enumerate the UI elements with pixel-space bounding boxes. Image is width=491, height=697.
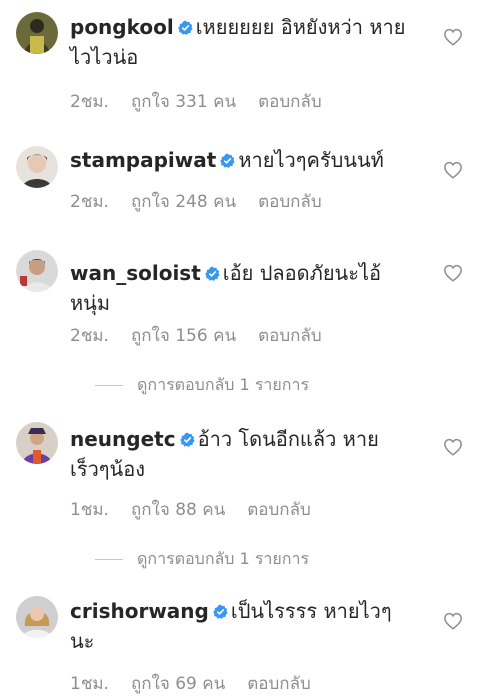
comment-text-block: wan_soloist เอ้ย ปลอดภัยนะไอ้หนุ่ม bbox=[70, 258, 415, 318]
reply-button[interactable]: ตอบกลับ bbox=[247, 674, 311, 694]
username[interactable]: neungetc bbox=[70, 427, 176, 451]
like-count[interactable]: ถูกใจ 248 คน bbox=[131, 192, 236, 212]
view-replies-button[interactable]: ดูการตอบกลับ 1 รายการ bbox=[95, 547, 309, 572]
heart-icon[interactable] bbox=[443, 264, 463, 282]
comment-meta: 2ชม. ถูกใจ 248 คน ตอบกลับ bbox=[70, 188, 344, 215]
view-replies-button[interactable]: ดูการตอบกลับ 1 รายการ bbox=[95, 373, 309, 398]
avatar[interactable] bbox=[16, 596, 58, 638]
verified-badge-icon bbox=[177, 20, 193, 35]
comment-meta: 1ชม. ถูกใจ 88 คน ตอบกลับ bbox=[70, 496, 333, 523]
heart-icon[interactable] bbox=[443, 612, 463, 630]
username[interactable]: stampapiwat bbox=[70, 148, 216, 172]
comment-time: 2ชม. bbox=[70, 192, 109, 212]
comment-text-block: pongkool เหยยยยย อิหยังหว่า หายไวไวน่อ bbox=[70, 12, 415, 72]
avatar[interactable] bbox=[16, 422, 58, 464]
comment-meta: 2ชม. ถูกใจ 331 คน ตอบกลับ bbox=[70, 88, 344, 115]
reply-button[interactable]: ตอบกลับ bbox=[247, 500, 311, 520]
like-count[interactable]: ถูกใจ 88 คน bbox=[131, 500, 225, 520]
avatar[interactable] bbox=[16, 250, 58, 292]
comment-time: 1ชม. bbox=[70, 674, 109, 694]
divider-line bbox=[95, 559, 123, 560]
like-count[interactable]: ถูกใจ 331 คน bbox=[131, 92, 236, 112]
comment-body: หายไวๆครับนนท์ bbox=[238, 148, 384, 172]
verified-badge-icon bbox=[204, 266, 220, 281]
reply-button[interactable]: ตอบกลับ bbox=[258, 192, 322, 212]
view-replies-label: ดูการตอบกลับ 1 รายการ bbox=[137, 549, 310, 568]
view-replies-label: ดูการตอบกลับ 1 รายการ bbox=[137, 375, 310, 394]
reply-button[interactable]: ตอบกลับ bbox=[258, 92, 322, 112]
like-count[interactable]: ถูกใจ 69 คน bbox=[131, 674, 225, 694]
heart-icon[interactable] bbox=[443, 438, 463, 456]
comment-meta: 1ชม. ถูกใจ 69 คน ตอบกลับ bbox=[70, 670, 333, 697]
avatar[interactable] bbox=[16, 12, 58, 54]
like-count[interactable]: ถูกใจ 156 คน bbox=[131, 326, 236, 346]
comment-time: 2ชม. bbox=[70, 92, 109, 112]
comment-meta: 2ชม. ถูกใจ 156 คน ตอบกลับ bbox=[70, 322, 344, 349]
verified-badge-icon bbox=[220, 153, 235, 168]
avatar[interactable] bbox=[16, 146, 58, 188]
reply-button[interactable]: ตอบกลับ bbox=[258, 326, 322, 346]
comment-time: 1ชม. bbox=[70, 500, 109, 520]
heart-icon[interactable] bbox=[443, 161, 463, 179]
comment-text-block: neungetc อ้าว โดนอีกแล้ว หายเร็วๆน้อง bbox=[70, 424, 415, 484]
heart-icon[interactable] bbox=[443, 28, 463, 46]
divider-line bbox=[95, 385, 123, 386]
username[interactable]: pongkool bbox=[70, 15, 174, 39]
verified-badge-icon bbox=[213, 604, 228, 619]
username[interactable]: crishorwang bbox=[70, 599, 209, 623]
verified-badge-icon bbox=[179, 432, 195, 447]
comment-text-block: stampapiwat หายไวๆครับนนท์ bbox=[70, 145, 415, 175]
comment-time: 2ชม. bbox=[70, 326, 109, 346]
comment-text-block: crishorwang เป็นไรรรร หายไวๆนะ bbox=[70, 596, 415, 656]
username[interactable]: wan_soloist bbox=[70, 261, 201, 285]
